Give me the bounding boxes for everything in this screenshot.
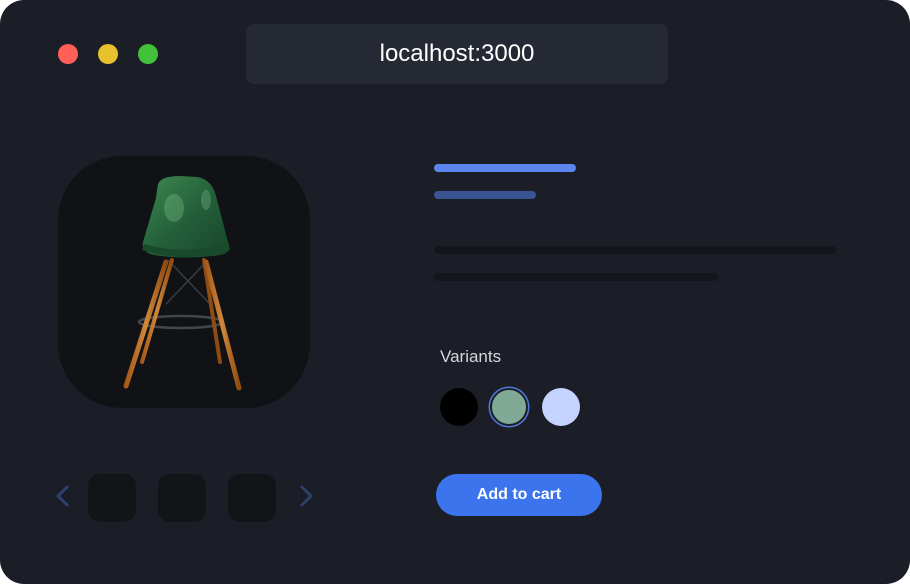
variant-swatch-green-selected[interactable]	[490, 388, 528, 426]
maximize-window-dot[interactable]	[138, 44, 158, 64]
chevron-left-icon	[56, 485, 69, 507]
add-to-cart-button[interactable]: Add to cart	[436, 474, 602, 516]
description-line-placeholder	[434, 246, 836, 254]
variant-swatch-lavender[interactable]	[542, 388, 580, 426]
description-line-placeholder	[434, 273, 718, 281]
thumbnail-3[interactable]	[228, 474, 276, 522]
variant-swatch-black[interactable]	[440, 388, 478, 426]
next-image-button[interactable]	[294, 482, 318, 510]
close-window-dot[interactable]	[58, 44, 78, 64]
previous-image-button[interactable]	[52, 482, 76, 510]
product-title-placeholder	[434, 164, 576, 172]
thumbnail-1[interactable]	[88, 474, 136, 522]
minimize-window-dot[interactable]	[98, 44, 118, 64]
variants-label: Variants	[440, 347, 502, 366]
chevron-right-icon	[300, 485, 313, 507]
browser-window: localhost:3000 Variants Add to cart	[0, 0, 910, 584]
product-subtitle-placeholder	[434, 191, 536, 199]
url-text: localhost:3000	[379, 40, 535, 67]
product-image-frame	[58, 156, 310, 408]
green-stool-chair-icon	[123, 176, 242, 391]
address-bar[interactable]: localhost:3000	[246, 24, 668, 84]
thumbnail-2[interactable]	[158, 474, 206, 522]
